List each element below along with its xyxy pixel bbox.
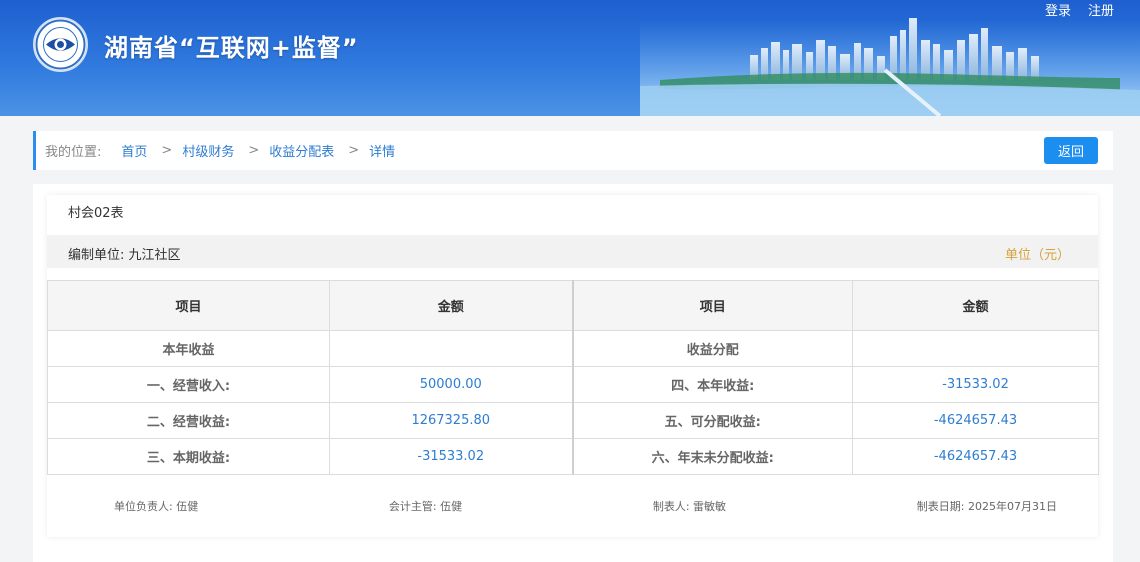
income-distribution-table: 项目 金额 项目 金额 本年收益 收益分配 一、经营收入: 50000.00 四… bbox=[47, 280, 1099, 475]
breadcrumb-separator: > bbox=[348, 143, 360, 158]
row-value: -4624657.43 bbox=[852, 402, 1099, 439]
row-label: 三、本期收益: bbox=[47, 438, 330, 475]
row-value bbox=[852, 330, 1099, 367]
table-row: 三、本期收益: -31533.02 六、年末未分配收益: -4624657.43 bbox=[47, 438, 1099, 475]
signature-row: 单位负责人: 伍健 会计主管: 伍健 制表人: 雷敏敏 制表日期: 2025年0… bbox=[47, 498, 1098, 514]
breadcrumb-detail[interactable]: 详情 bbox=[369, 141, 395, 160]
preparer: 制表人: 雷敏敏 bbox=[652, 500, 727, 513]
row-label: 五、可分配收益: bbox=[571, 402, 853, 439]
breadcrumb-village-finance[interactable]: 村级财务 bbox=[182, 141, 234, 160]
unit-head: 单位负责人: 伍健 bbox=[114, 500, 199, 513]
row-value: -31533.02 bbox=[329, 438, 573, 475]
accounting-supervisor: 会计主管: 伍健 bbox=[388, 500, 463, 513]
eye-icon bbox=[35, 19, 86, 70]
site-title: 湖南省“互联网+监督” bbox=[104, 34, 359, 62]
header-item: 项目 bbox=[571, 280, 853, 331]
report-meta-row: 编制单位: 九江社区 单位（元） bbox=[47, 235, 1098, 268]
organization-label: 编制单位: 九江社区 bbox=[68, 248, 181, 263]
header-item: 项目 bbox=[47, 280, 330, 331]
breadcrumb-separator: > bbox=[161, 143, 173, 158]
back-button[interactable]: 返回 bbox=[1044, 137, 1098, 164]
breadcrumb: 我的位置: 首页 > 村级财务 > 收益分配表 > 详情 返回 bbox=[33, 131, 1113, 170]
form-number: 村会02表 bbox=[68, 206, 124, 221]
breadcrumb-separator: > bbox=[248, 143, 260, 158]
table-row: 本年收益 收益分配 bbox=[47, 330, 1099, 367]
table-row: 一、经营收入: 50000.00 四、本年收益: -31533.02 bbox=[47, 366, 1099, 403]
row-label: 本年收益 bbox=[47, 330, 330, 367]
breadcrumb-home[interactable]: 首页 bbox=[121, 141, 147, 160]
row-value bbox=[329, 330, 573, 367]
site-logo[interactable] bbox=[33, 17, 88, 72]
header-amount: 金额 bbox=[329, 280, 573, 331]
row-label: 二、经营收益: bbox=[47, 402, 330, 439]
row-label: 四、本年收益: bbox=[571, 366, 853, 403]
location-label: 我的位置: bbox=[45, 145, 102, 160]
row-value: 1267325.80 bbox=[329, 402, 573, 439]
preparation-date: 制表日期: 2025年07月31日 bbox=[916, 500, 1057, 513]
row-label: 一、经营收入: bbox=[47, 366, 330, 403]
currency-unit-label: 单位（元） bbox=[1004, 248, 1070, 263]
header-amount: 金额 bbox=[852, 280, 1099, 331]
report-card: 村会02表 编制单位: 九江社区 单位（元） 项目 金额 项目 金额 本年收益 bbox=[47, 195, 1099, 537]
breadcrumb-income-distribution[interactable]: 收益分配表 bbox=[269, 141, 334, 160]
table-header-row: 项目 金额 项目 金额 bbox=[47, 280, 1099, 331]
row-value: -31533.02 bbox=[852, 366, 1099, 403]
row-value: -4624657.43 bbox=[852, 438, 1099, 475]
row-value: 50000.00 bbox=[329, 366, 573, 403]
main-content: 村会02表 编制单位: 九江社区 单位（元） 项目 金额 项目 金额 本年收益 bbox=[33, 184, 1113, 562]
table-row: 二、经营收益: 1267325.80 五、可分配收益: -4624657.43 bbox=[47, 402, 1099, 439]
site-header: 湖南省“互联网+监督” 登录 注册 bbox=[0, 0, 1140, 116]
row-label: 收益分配 bbox=[571, 330, 853, 367]
row-label: 六、年末未分配收益: bbox=[571, 438, 853, 475]
city-skyline-image bbox=[640, 18, 1140, 116]
